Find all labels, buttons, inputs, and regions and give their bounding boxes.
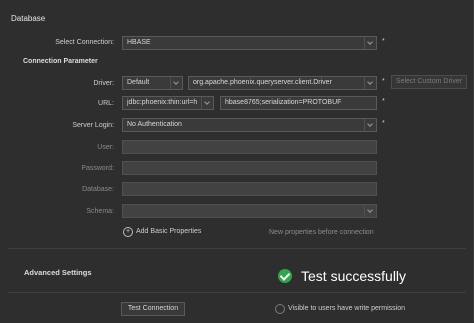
advanced-settings-heading[interactable]: Advanced Settings: [24, 268, 92, 277]
toast-message: Test successfully: [301, 268, 407, 284]
section-divider: [8, 248, 466, 249]
server-login-value: No Authentication: [127, 121, 182, 128]
password-input[interactable]: [122, 161, 377, 175]
url-suffix-value: hbase8765;serialization=PROTOBUF: [225, 99, 342, 106]
test-connection-button[interactable]: Test Connection: [121, 302, 185, 316]
password-label: Password:: [81, 165, 114, 172]
visible-to-users-checkbox[interactable]: [275, 304, 285, 314]
plus-circle-icon[interactable]: +: [123, 227, 133, 237]
url-label: URL:: [98, 100, 114, 107]
database-input[interactable]: [122, 182, 377, 196]
schema-dropdown[interactable]: [122, 204, 377, 218]
driver-mode-value: Default: [127, 79, 150, 86]
user-input[interactable]: [122, 140, 377, 154]
required-mark: *: [382, 78, 385, 85]
driver-label: Driver:: [93, 80, 114, 87]
required-mark: *: [382, 38, 385, 45]
section-divider: [8, 292, 466, 293]
chevron-down-icon: [201, 97, 213, 109]
driver-mode-dropdown[interactable]: Default: [122, 76, 183, 90]
user-label: User:: [97, 144, 114, 151]
select-connection-dropdown[interactable]: HBASE: [122, 36, 377, 50]
server-login-dropdown[interactable]: No Authentication: [122, 118, 377, 132]
url-suffix-input[interactable]: hbase8765;serialization=PROTOBUF: [220, 96, 377, 110]
chevron-down-icon: [364, 205, 376, 217]
server-login-label: Server Login:: [72, 122, 114, 129]
required-mark: *: [382, 120, 385, 127]
database-section-title: Database: [11, 14, 46, 23]
url-prefix-dropdown[interactable]: jdbc:phoenix:thin:url=h: [122, 96, 214, 110]
select-connection-value: HBASE: [127, 39, 151, 46]
schema-label: Schema:: [86, 208, 114, 215]
new-properties-hint: New properties before connection: [269, 229, 374, 236]
chevron-down-icon: [364, 77, 376, 89]
driver-class-dropdown[interactable]: org.apache.phoenix.queryserver.client.Dr…: [188, 76, 377, 90]
select-custom-driver-button[interactable]: Select Custom Driver: [391, 75, 467, 89]
check-circle-icon: [278, 269, 292, 283]
success-toast: Test successfully: [278, 268, 406, 284]
required-mark: *: [382, 98, 385, 105]
chevron-down-icon: [170, 77, 182, 89]
select-connection-label: Select Connection:: [55, 39, 114, 46]
database-label: Database:: [82, 186, 114, 193]
add-basic-properties-link[interactable]: Add Basic Properties: [136, 228, 201, 235]
connection-parameter-heading: Connection Parameter: [23, 58, 98, 65]
driver-class-value: org.apache.phoenix.queryserver.client.Dr…: [193, 79, 332, 86]
database-settings-panel: Database Select Connection: HBASE * Conn…: [0, 0, 474, 322]
chevron-down-icon: [364, 119, 376, 131]
chevron-down-icon: [364, 37, 376, 49]
visible-to-users-label: Visible to users have write permission: [288, 305, 405, 312]
url-prefix-value: jdbc:phoenix:thin:url=h: [127, 99, 198, 106]
